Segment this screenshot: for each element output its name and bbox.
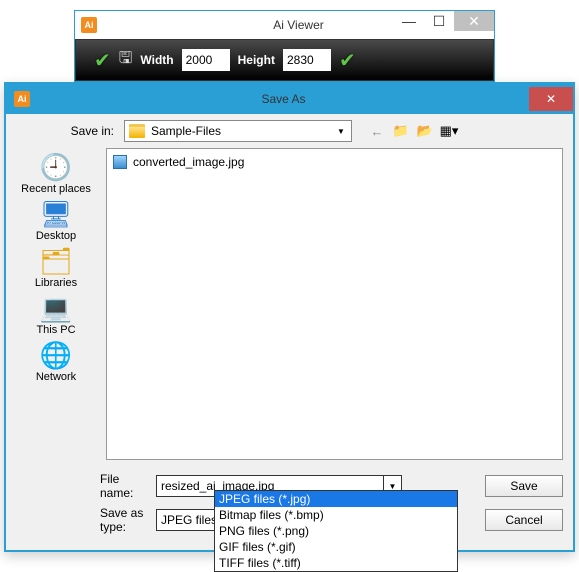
cancel-button[interactable]: Cancel [485, 509, 563, 531]
save-as-dialog: Ai Save As ✕ Save in: Sample-Files ▼ ← 📁… [4, 82, 575, 552]
type-option[interactable]: PNG files (*.png) [215, 523, 457, 539]
place-recent[interactable]: 🕘 Recent places [21, 152, 91, 195]
height-input[interactable] [283, 49, 331, 71]
viewer-toolbar: ✔ 🖫 Width Height ✔ [75, 39, 494, 81]
place-libraries[interactable]: 🗂 Libraries [35, 246, 77, 289]
height-label: Height [238, 53, 275, 67]
width-label: Width [140, 53, 173, 67]
type-option[interactable]: TIFF files (*.tiff) [215, 555, 457, 571]
saveas-titlebar: Ai Save As ✕ [6, 84, 573, 114]
place-network[interactable]: 🌐 Network [36, 340, 76, 383]
save-in-combo[interactable]: Sample-Files ▼ [124, 120, 352, 142]
network-icon: 🌐 [39, 340, 73, 370]
file-name: converted_image.jpg [133, 155, 244, 169]
ai-app-icon: Ai [14, 91, 30, 107]
thispc-icon: 💻 [39, 293, 73, 323]
image-file-icon [113, 155, 127, 169]
save-icon[interactable]: 🖫 [119, 47, 133, 74]
list-item[interactable]: converted_image.jpg [113, 155, 556, 169]
filename-label: File name: [56, 472, 156, 500]
save-in-value: Sample-Files [151, 124, 221, 138]
save-button[interactable]: Save [485, 475, 563, 497]
maximize-button[interactable]: ☐ [424, 11, 454, 31]
savetype-label: Save as type: [56, 506, 156, 534]
desktop-icon: 🖥 [39, 199, 73, 229]
saveas-title-text: Save As [38, 92, 529, 106]
up-folder-icon[interactable]: 📁 [392, 122, 410, 140]
viewer-close-button[interactable]: ✕ [454, 11, 494, 31]
back-icon[interactable]: ← [368, 122, 386, 140]
recent-places-icon: 🕘 [39, 152, 73, 182]
minimize-button[interactable]: — [394, 11, 424, 31]
place-thispc[interactable]: 💻 This PC [36, 293, 75, 336]
places-bar: 🕘 Recent places 🖥 Desktop 🗂 Libraries 💻 … [16, 148, 96, 460]
type-option[interactable]: GIF files (*.gif) [215, 539, 457, 555]
type-option[interactable]: JPEG files (*.jpg) [215, 491, 457, 507]
new-folder-icon[interactable]: 📂 [416, 122, 434, 140]
chevron-down-icon[interactable]: ▼ [333, 122, 349, 140]
view-menu-icon[interactable]: ▦▾ [440, 122, 458, 140]
check-icon[interactable]: ✔ [94, 48, 111, 73]
viewer-titlebar: Ai Ai Viewer — ☐ ✕ [75, 11, 494, 39]
ai-app-icon: Ai [81, 17, 97, 33]
type-option[interactable]: Bitmap files (*.bmp) [215, 507, 457, 523]
folder-icon [129, 124, 145, 138]
width-input[interactable] [182, 49, 230, 71]
apply-check-icon[interactable]: ✔ [339, 48, 356, 73]
ai-viewer-window: Ai Ai Viewer — ☐ ✕ ✔ 🖫 Width Height ✔ [74, 10, 495, 82]
save-in-label: Save in: [56, 124, 114, 138]
libraries-icon: 🗂 [39, 246, 73, 276]
close-button[interactable]: ✕ [529, 87, 573, 111]
place-desktop[interactable]: 🖥 Desktop [36, 199, 76, 242]
file-list-pane[interactable]: converted_image.jpg [106, 148, 563, 460]
